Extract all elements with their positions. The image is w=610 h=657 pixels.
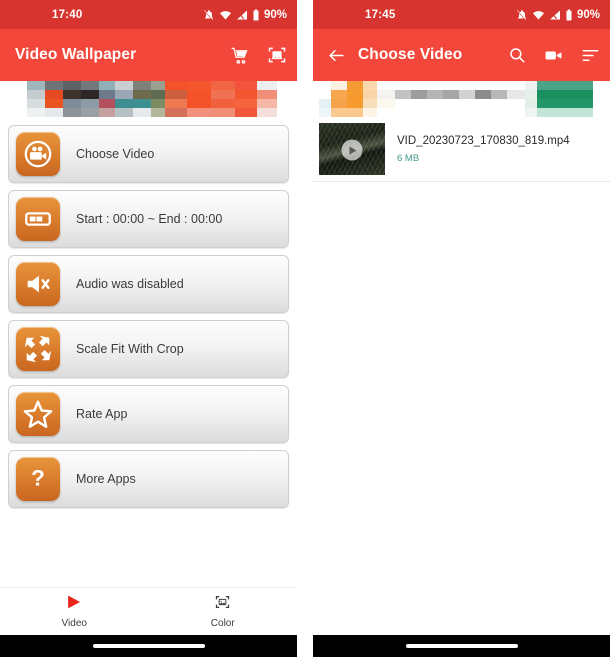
play-icon [341, 139, 363, 161]
tab-color[interactable]: Color [149, 594, 298, 629]
battery-percent: 90% [263, 8, 287, 21]
menu-item-more-apps[interactable]: ? More Apps [8, 450, 289, 508]
gesture-navigation-bar [313, 635, 610, 657]
screen-separator [297, 0, 313, 657]
trim-range-icon [16, 197, 60, 241]
ad-banner-pixels [313, 81, 610, 117]
left-phone-screen: 17:40 90% Video Wallpaper Choose Video S… [0, 0, 297, 657]
menu-item-label: Start : 00:00 ~ End : 00:00 [76, 212, 223, 226]
bell-off-icon [516, 9, 528, 21]
wifi-icon [532, 9, 545, 21]
app-bar-actions [508, 46, 600, 65]
gesture-navigation-bar [0, 635, 297, 657]
battery-icon [565, 9, 573, 21]
status-time: 17:45 [365, 8, 396, 21]
tab-label: Color [210, 618, 235, 629]
menu-item-scale[interactable]: Scale Fit With Crop [8, 320, 289, 378]
status-time: 17:40 [52, 8, 83, 21]
menu-item-label: Audio was disabled [76, 277, 184, 291]
speaker-mute-icon [16, 262, 60, 306]
signal-icon [236, 9, 248, 21]
video-filesize: 6 MB [397, 152, 420, 164]
bell-off-icon [203, 9, 215, 21]
right-phone-screen: 17:45 90% Choose Video VID_20230723_1708… [313, 0, 610, 657]
back-arrow-icon[interactable] [327, 46, 346, 65]
wifi-icon [219, 9, 232, 21]
cart-icon[interactable] [230, 46, 249, 65]
app-title: Choose Video [358, 46, 463, 63]
main-menu-list: Choose Video Start : 00:00 ~ End : 00:00 [0, 117, 297, 508]
menu-item-rate-app[interactable]: Rate App [8, 385, 289, 443]
search-icon[interactable] [508, 46, 526, 64]
star-icon [16, 392, 60, 436]
video-camera-icon[interactable] [544, 46, 563, 65]
status-bar: 17:40 90% [0, 0, 297, 29]
battery-percent: 90% [576, 8, 600, 21]
status-icons: 90% [203, 9, 287, 21]
scale-crop-icon [16, 327, 60, 371]
list-item[interactable]: VID_20230723_170830_819.mp4 6 MB [313, 117, 610, 181]
video-meta: VID_20230723_170830_819.mp4 6 MB [397, 135, 570, 164]
signal-icon [549, 9, 561, 21]
gesture-handle[interactable] [92, 644, 205, 648]
menu-item-label: Choose Video [76, 147, 155, 161]
status-icons: 90% [516, 9, 600, 21]
advertisement-banner[interactable] [0, 81, 297, 117]
menu-item-audio[interactable]: Audio was disabled [8, 255, 289, 313]
sort-icon[interactable] [581, 46, 600, 65]
menu-item-trim-range[interactable]: Start : 00:00 ~ End : 00:00 [8, 190, 289, 248]
color-frame-icon [214, 594, 231, 615]
tab-label: Video [61, 618, 87, 629]
app-bar: Video Wallpaper [0, 29, 297, 81]
tab-video[interactable]: Video [0, 594, 149, 629]
app-bar-actions [230, 45, 287, 65]
menu-item-label: More Apps [76, 472, 136, 486]
ad-banner-pixels [0, 81, 297, 117]
svg-text:?: ? [31, 466, 45, 491]
video-camera-icon [16, 132, 60, 176]
dual-screenshot: 17:40 90% Video Wallpaper Choose Video S… [0, 0, 610, 657]
battery-icon [252, 9, 260, 21]
list-divider [313, 181, 610, 182]
play-triangle-icon [65, 594, 84, 615]
menu-item-label: Scale Fit With Crop [76, 342, 184, 356]
bottom-navigation: Video Color [0, 587, 297, 635]
video-filename: VID_20230723_170830_819.mp4 [397, 134, 570, 147]
menu-item-choose-video[interactable]: Choose Video [8, 125, 289, 183]
status-bar: 17:45 90% [313, 0, 610, 29]
image-frame-icon[interactable] [267, 45, 287, 65]
video-list: VID_20230723_170830_819.mp4 6 MB [313, 117, 610, 182]
app-bar: Choose Video [313, 29, 610, 81]
gesture-handle[interactable] [405, 644, 518, 648]
menu-item-label: Rate App [76, 407, 128, 421]
question-mark-icon: ? [16, 457, 60, 501]
video-thumbnail [319, 123, 385, 175]
app-title: Video Wallpaper [15, 46, 137, 63]
advertisement-banner[interactable] [313, 81, 610, 117]
